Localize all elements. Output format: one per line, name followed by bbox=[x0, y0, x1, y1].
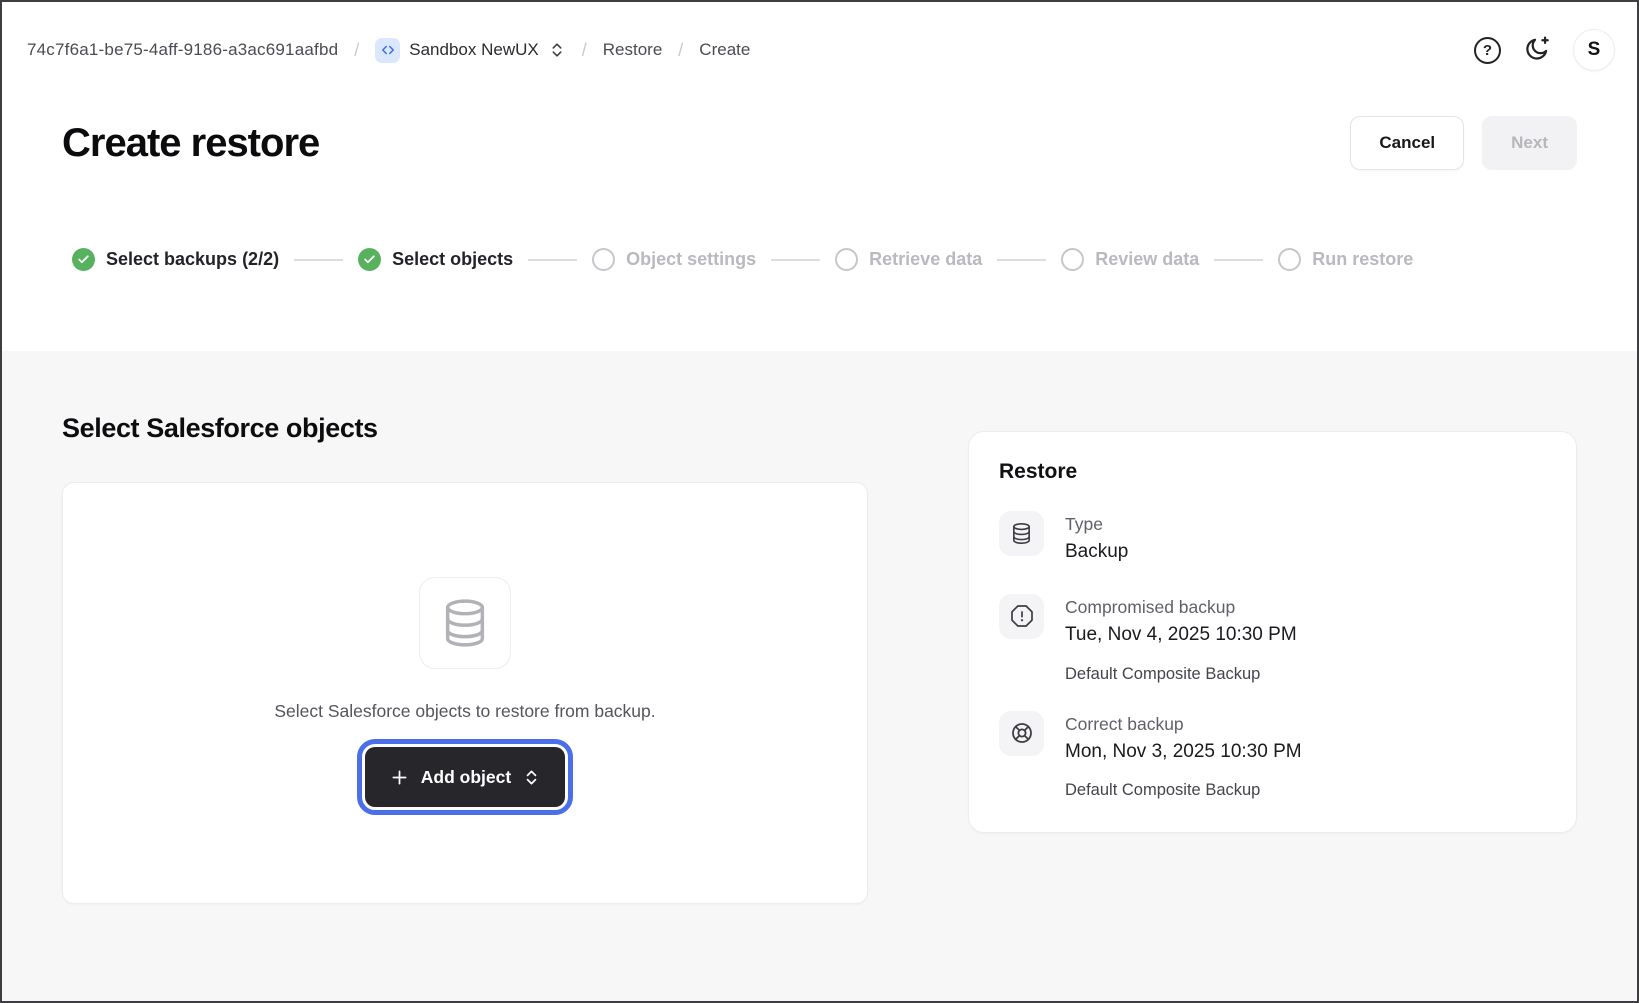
stepper-zone: Select backups (2/2) Select objects Obje… bbox=[2, 188, 1637, 351]
code-icon bbox=[375, 38, 400, 63]
step-review-data: Review data bbox=[1061, 248, 1199, 271]
stepper: Select backups (2/2) Select objects Obje… bbox=[72, 248, 1637, 271]
user-avatar[interactable]: S bbox=[1573, 29, 1615, 71]
step-connector bbox=[294, 259, 343, 261]
page-header: Create restore Cancel Next bbox=[2, 98, 1637, 188]
objects-empty-card: Select Salesforce objects to restore fro… bbox=[62, 482, 868, 904]
restore-row-label: Correct backup bbox=[1065, 712, 1302, 737]
step-label: Review data bbox=[1095, 249, 1199, 270]
breadcrumb-service-selector[interactable]: Sandbox NewUX bbox=[375, 38, 565, 63]
breadcrumb-separator: / bbox=[354, 40, 359, 61]
chevron-up-down-icon bbox=[522, 768, 541, 787]
restore-type-row: Type Backup bbox=[999, 511, 1546, 567]
step-select-backups[interactable]: Select backups (2/2) bbox=[72, 248, 279, 271]
breadcrumb-create: Create bbox=[699, 40, 750, 60]
lifebuoy-icon bbox=[999, 711, 1044, 756]
step-run-restore: Run restore bbox=[1278, 248, 1413, 271]
app-window: 74c7f6a1-be75-4aff-9186-a3ac691aafbd / S… bbox=[0, 0, 1639, 1003]
empty-circle-icon bbox=[592, 248, 615, 271]
restore-card-title: Restore bbox=[999, 460, 1546, 484]
add-object-label: Add object bbox=[421, 767, 511, 788]
help-button[interactable]: ? bbox=[1474, 37, 1501, 64]
objects-column: Select Salesforce objects Select Salesfo… bbox=[62, 413, 868, 904]
correct-backup-row: Correct backup Mon, Nov 3, 2025 10:30 PM… bbox=[999, 711, 1546, 801]
step-object-settings: Object settings bbox=[592, 248, 756, 271]
restore-row-sub: Default Composite Backup bbox=[1065, 781, 1302, 800]
topbar-actions: ? S bbox=[1474, 29, 1615, 71]
database-icon bbox=[419, 577, 511, 669]
database-icon bbox=[999, 511, 1044, 556]
dark-mode-button[interactable] bbox=[1523, 35, 1551, 66]
empty-circle-icon bbox=[835, 248, 858, 271]
step-label: Object settings bbox=[626, 249, 756, 270]
step-select-objects[interactable]: Select objects bbox=[358, 248, 513, 271]
topbar: 74c7f6a1-be75-4aff-9186-a3ac691aafbd / S… bbox=[2, 2, 1637, 98]
alert-octagon-icon bbox=[999, 594, 1044, 639]
page-title: Create restore bbox=[62, 121, 319, 166]
chevron-up-down-icon bbox=[548, 41, 566, 59]
step-connector bbox=[1214, 259, 1263, 261]
section-title: Select Salesforce objects bbox=[62, 413, 868, 444]
check-circle-icon bbox=[358, 248, 381, 271]
next-button[interactable]: Next bbox=[1482, 116, 1577, 170]
restore-row-value: Tue, Nov 4, 2025 10:30 PM bbox=[1065, 620, 1297, 649]
step-label: Retrieve data bbox=[869, 249, 982, 270]
step-connector bbox=[771, 259, 820, 261]
check-circle-icon bbox=[72, 248, 95, 271]
restore-summary-column: Restore Type Backup bbox=[968, 431, 1577, 833]
help-icon: ? bbox=[1474, 37, 1501, 64]
step-label: Run restore bbox=[1312, 249, 1413, 270]
step-label: Select objects bbox=[392, 249, 513, 270]
restore-row-label: Type bbox=[1065, 512, 1128, 537]
restore-row-value: Mon, Nov 3, 2025 10:30 PM bbox=[1065, 737, 1302, 766]
header-buttons: Cancel Next bbox=[1350, 116, 1577, 170]
breadcrumb-separator: / bbox=[582, 40, 587, 61]
moon-plus-icon bbox=[1523, 35, 1551, 66]
step-connector bbox=[528, 259, 577, 261]
empty-circle-icon bbox=[1278, 248, 1301, 271]
breadcrumb-restore[interactable]: Restore bbox=[603, 40, 663, 60]
cancel-button[interactable]: Cancel bbox=[1350, 116, 1464, 170]
plus-icon bbox=[389, 767, 410, 788]
breadcrumb-service-label: Sandbox NewUX bbox=[409, 40, 538, 60]
step-label: Select backups (2/2) bbox=[106, 249, 279, 270]
compromised-backup-row: Compromised backup Tue, Nov 4, 2025 10:3… bbox=[999, 594, 1546, 684]
main-content: Select Salesforce objects Select Salesfo… bbox=[2, 351, 1637, 1001]
restore-row-label: Compromised backup bbox=[1065, 595, 1297, 620]
restore-row-sub: Default Composite Backup bbox=[1065, 665, 1297, 684]
step-connector bbox=[997, 259, 1046, 261]
step-retrieve-data: Retrieve data bbox=[835, 248, 982, 271]
restore-summary-card: Restore Type Backup bbox=[968, 431, 1577, 833]
breadcrumb-org-id[interactable]: 74c7f6a1-be75-4aff-9186-a3ac691aafbd bbox=[27, 40, 338, 60]
breadcrumb: 74c7f6a1-be75-4aff-9186-a3ac691aafbd / S… bbox=[27, 38, 750, 63]
empty-circle-icon bbox=[1061, 248, 1084, 271]
add-object-button[interactable]: Add object bbox=[365, 747, 565, 807]
empty-state-description: Select Salesforce objects to restore fro… bbox=[274, 701, 655, 722]
breadcrumb-separator: / bbox=[678, 40, 683, 61]
restore-row-value: Backup bbox=[1065, 537, 1128, 566]
